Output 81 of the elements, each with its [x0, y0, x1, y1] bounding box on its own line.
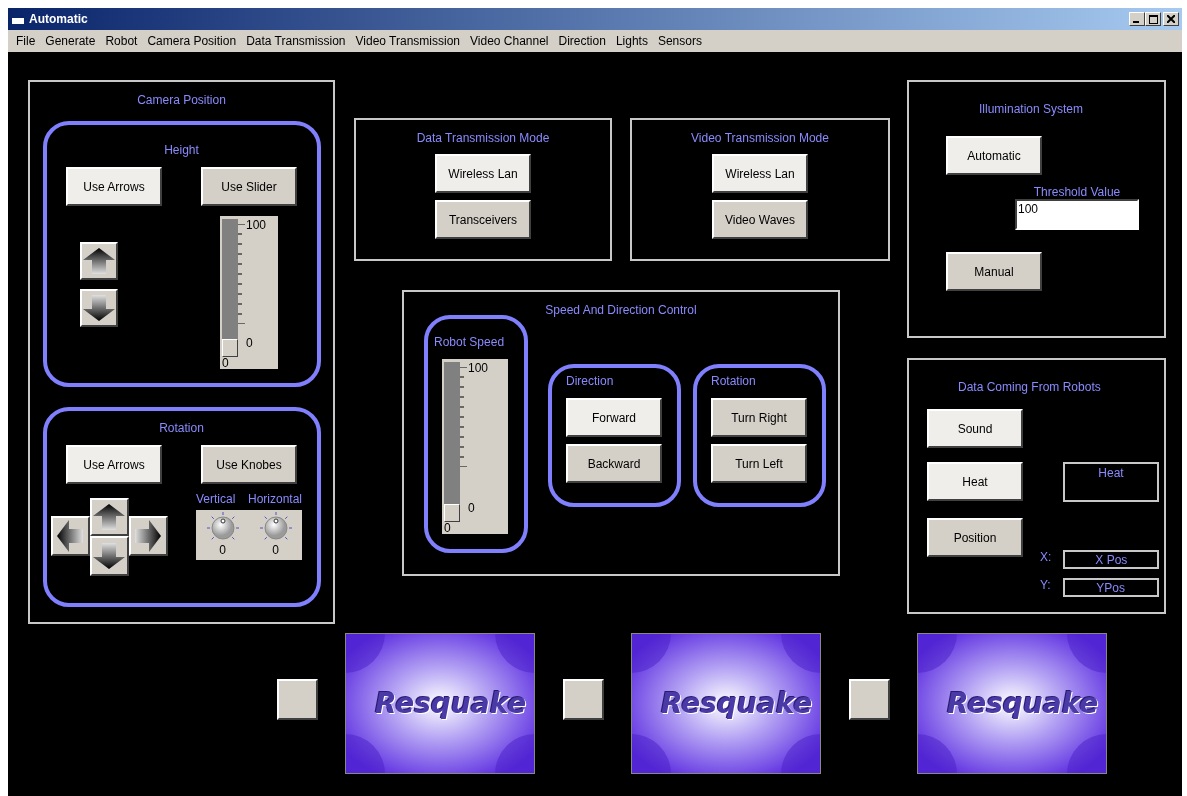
field-label: Threshold Value	[1033, 185, 1121, 199]
panel-title: Video Transmission Mode	[691, 131, 829, 145]
menu-item[interactable]: File	[11, 34, 41, 48]
close-icon	[1167, 15, 1175, 23]
scale-label: 100	[245, 219, 268, 231]
group-title: Rotation	[711, 374, 757, 388]
minimize-button[interactable]	[1129, 12, 1145, 26]
close-button[interactable]	[1163, 12, 1179, 26]
menu-item[interactable]: Video Channel	[465, 34, 554, 48]
slider-thumb[interactable]	[222, 339, 238, 357]
slider-thumb[interactable]	[444, 504, 460, 522]
left-arrow-button[interactable]	[50, 516, 90, 556]
toggle-button[interactable]: Use Arrows	[66, 445, 162, 484]
down-arrow-icon	[92, 541, 126, 571]
right-arrow-icon	[133, 519, 163, 553]
scale-label: 0	[245, 337, 254, 349]
right-arrow-button[interactable]	[128, 516, 168, 556]
group-title: Robot Speed	[434, 335, 506, 349]
slider-value: 0	[444, 522, 452, 534]
toggle-button[interactable]: Use Knobes	[201, 445, 297, 484]
panel-title: Data Coming From Robots	[958, 380, 1101, 394]
heat-display: Heat	[1063, 462, 1159, 502]
panel-title: Illumination System	[979, 102, 1084, 116]
up-arrow-button[interactable]	[80, 242, 118, 280]
menu-item[interactable]: Lights	[610, 34, 653, 48]
scale-label: 0	[467, 502, 476, 514]
menu-item[interactable]: Camera Position	[142, 34, 242, 48]
square-button[interactable]	[849, 679, 890, 720]
position-display: X Pos	[1063, 550, 1160, 569]
app-icon	[11, 13, 25, 25]
toggle-button[interactable]: Wireless Lan	[435, 154, 531, 193]
group-title: Height	[164, 143, 199, 157]
toggle-button[interactable]: Heat	[927, 462, 1023, 501]
up-arrow-icon	[92, 502, 126, 532]
toggle-button[interactable]: Turn Right	[711, 398, 807, 437]
threshold-field[interactable]: 100	[1015, 199, 1139, 230]
window-title: Automatic	[29, 12, 89, 26]
coordinate-label: Y:	[1040, 578, 1051, 592]
toggle-button[interactable]: Wireless Lan	[712, 154, 808, 193]
toggle-button[interactable]: Forward	[566, 398, 662, 437]
toggle-button[interactable]: Position	[927, 518, 1023, 557]
down-arrow-button[interactable]	[89, 536, 129, 576]
group-title: Rotation	[159, 421, 204, 435]
menu-item[interactable]: Direction	[553, 34, 611, 48]
toggle-button[interactable]: Transceivers	[435, 200, 531, 239]
maximize-button[interactable]	[1145, 12, 1161, 26]
up-arrow-button[interactable]	[89, 498, 129, 536]
position-display: YPos	[1062, 578, 1159, 597]
slider-track[interactable]	[444, 362, 460, 522]
toggle-button[interactable]: Automatic	[946, 136, 1042, 175]
knob-label: Vertical	[196, 492, 236, 506]
panel-title: Speed And Direction Control	[545, 303, 697, 317]
maximize-icon	[1148, 14, 1158, 24]
menu-item[interactable]: Video Transmission	[350, 34, 465, 48]
menu-item[interactable]: Sensors	[652, 34, 707, 48]
coordinate-label: X:	[1040, 550, 1052, 564]
toggle-button[interactable]: Use Slider	[201, 167, 297, 206]
group-title: Direction	[566, 374, 615, 388]
toggle-button[interactable]: Turn Left	[711, 444, 807, 483]
slider-track[interactable]	[222, 219, 238, 357]
toggle-button[interactable]: Sound	[927, 409, 1023, 448]
square-button[interactable]	[563, 679, 604, 720]
square-button[interactable]	[277, 679, 318, 720]
scale-label: 100	[467, 362, 490, 374]
toggle-button[interactable]: Manual	[946, 252, 1042, 291]
panel-title: Camera Position	[137, 93, 226, 107]
panel-title: Data Transmission Mode	[416, 131, 550, 145]
toggle-button[interactable]: Video Waves	[712, 200, 808, 239]
knob-label: Horizontal	[247, 492, 302, 506]
up-arrow-icon	[82, 246, 116, 276]
menu-item[interactable]: Generate	[40, 34, 101, 48]
slider-value: 0	[222, 357, 230, 369]
menu-item[interactable]: Robot	[100, 34, 143, 48]
knob-value: 0	[219, 544, 226, 556]
down-arrow-icon	[82, 293, 116, 323]
toggle-button[interactable]: Use Arrows	[66, 167, 162, 206]
menu-item[interactable]: Data Transmission	[241, 34, 351, 48]
down-arrow-button[interactable]	[80, 289, 118, 327]
left-arrow-icon	[55, 519, 85, 553]
knob-value: 0	[272, 544, 279, 556]
toggle-button[interactable]: Backward	[566, 444, 662, 483]
